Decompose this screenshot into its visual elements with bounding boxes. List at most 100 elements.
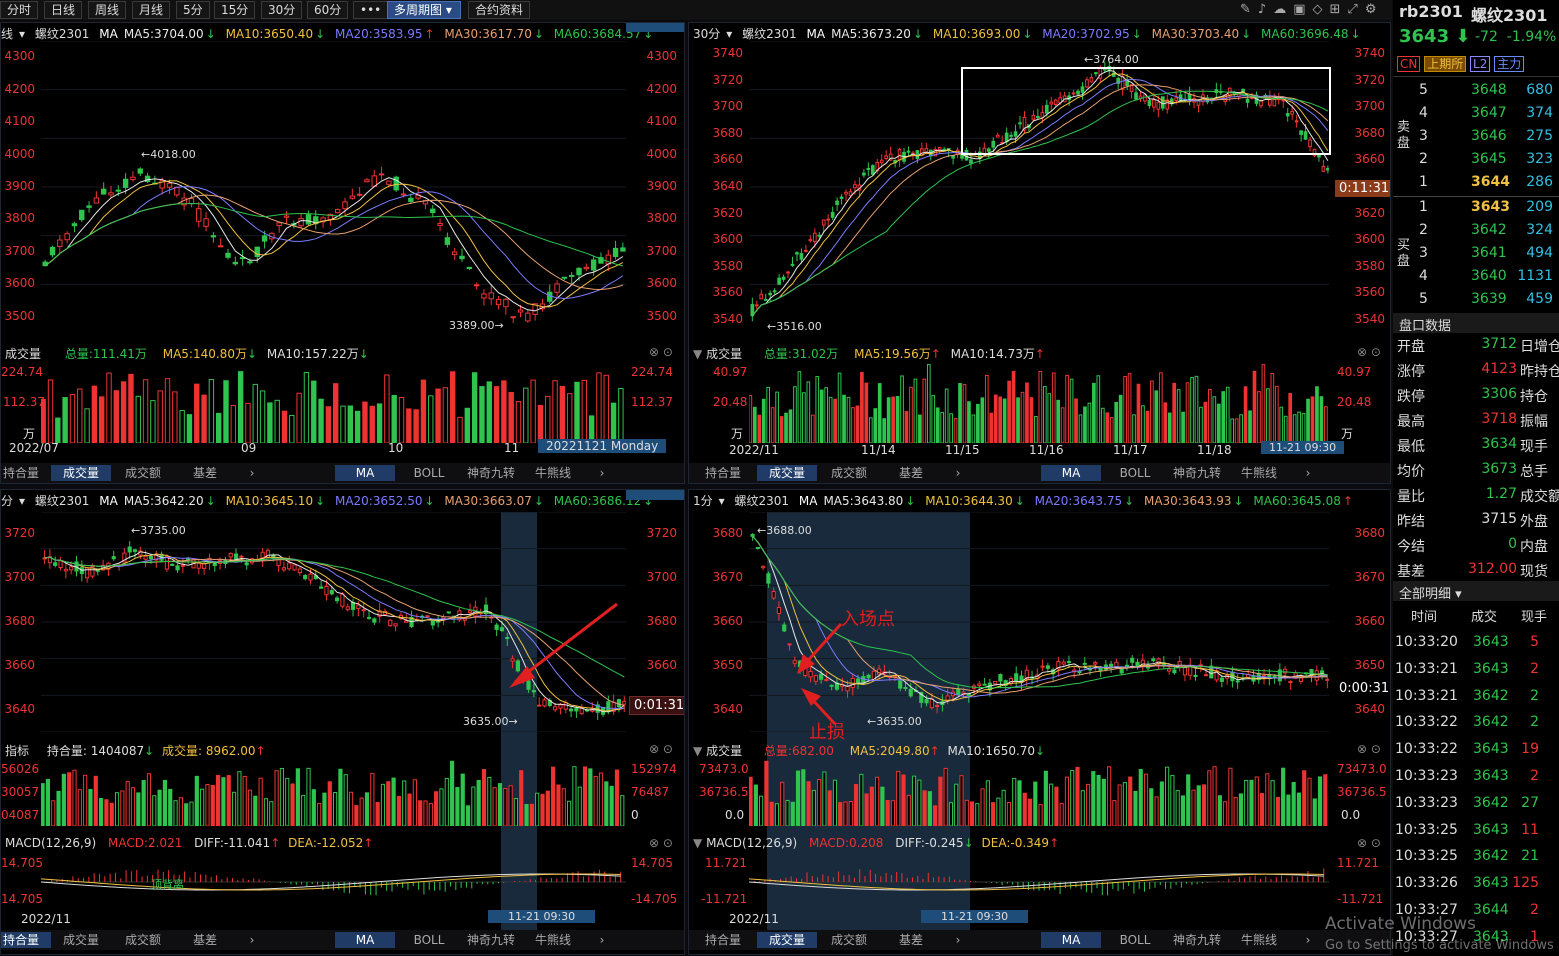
volume-bar bbox=[285, 777, 290, 826]
volume-bar bbox=[559, 385, 566, 443]
grid-icon[interactable]: ⊞ bbox=[1330, 2, 1348, 17]
tab-ma[interactable]: MA bbox=[1041, 932, 1101, 948]
cloud-icon[interactable]: ☁ bbox=[1273, 2, 1293, 17]
price-tick: 3650 bbox=[1354, 658, 1385, 672]
price-tick: 3680 bbox=[646, 614, 677, 628]
tab-bullbear[interactable]: 牛熊线 bbox=[523, 465, 583, 481]
tab-ma[interactable]: MA bbox=[335, 932, 395, 948]
tab-next-icon[interactable]: › bbox=[943, 465, 973, 481]
tab-oi[interactable]: 持合量 bbox=[693, 465, 753, 481]
period-select[interactable]: 分 bbox=[1, 494, 13, 508]
multi-period-button[interactable]: 多周期图 ▾ bbox=[387, 1, 461, 19]
tab-next-icon[interactable]: › bbox=[943, 932, 973, 948]
btn-monthly[interactable]: 月线 bbox=[132, 1, 171, 19]
bell-icon[interactable]: ♪ bbox=[1258, 2, 1273, 17]
fullscreen-icon[interactable]: ⤢ bbox=[1347, 2, 1364, 17]
btn-30min[interactable]: 30分 bbox=[261, 1, 303, 19]
btn-weekly[interactable]: 周线 bbox=[88, 1, 127, 19]
tab-oi[interactable]: 持合量 bbox=[693, 932, 753, 948]
tab-magic9[interactable]: 神奇九转 bbox=[461, 932, 521, 948]
tab-next-icon[interactable]: › bbox=[587, 932, 617, 948]
tab-amount[interactable]: 成交额 bbox=[819, 932, 879, 948]
panel-close-icons[interactable]: ⊗ ⊙ bbox=[649, 836, 673, 850]
book-row[interactable]: 3 3641 494 bbox=[1393, 245, 1559, 267]
tab-boll[interactable]: BOLL bbox=[399, 932, 459, 948]
book-row[interactable]: 4 3647 374 bbox=[1393, 105, 1559, 127]
tab-next-icon[interactable]: › bbox=[587, 465, 617, 481]
volume-bar bbox=[609, 785, 614, 826]
volume-bar bbox=[1180, 795, 1186, 826]
tab-bullbear[interactable]: 牛熊线 bbox=[1229, 465, 1289, 481]
period-select[interactable]: 线 bbox=[1, 27, 13, 41]
panel-close-icons[interactable]: ⊗ ⊙ bbox=[1357, 836, 1381, 850]
tab-next-icon[interactable]: › bbox=[237, 932, 267, 948]
macd-axis: -11.721 bbox=[701, 892, 748, 906]
candle-chart[interactable] bbox=[41, 41, 626, 333]
settings-icon[interactable]: ⚙ bbox=[1365, 2, 1384, 17]
price-axis-right: 3680 3670 3660 3650 3640 bbox=[1334, 512, 1389, 732]
tab-next-icon[interactable]: › bbox=[1293, 932, 1323, 948]
tag-icon[interactable]: ◇ bbox=[1313, 2, 1330, 17]
tab-oi[interactable]: 持合量 bbox=[1, 932, 51, 948]
tab-boll[interactable]: BOLL bbox=[399, 465, 459, 481]
panel-close-icons[interactable]: ⊗ ⊙ bbox=[649, 345, 673, 359]
book-row[interactable]: 4 3640 1131 bbox=[1393, 268, 1559, 290]
book-row[interactable]: 1 3643 209 bbox=[1393, 199, 1559, 221]
tab-boll[interactable]: BOLL bbox=[1105, 932, 1165, 948]
x-label: 11/16 bbox=[1029, 443, 1064, 457]
book-row[interactable]: 5 3639 459 bbox=[1393, 291, 1559, 313]
stat-row: 量比 1.27 成交额 bbox=[1393, 486, 1559, 510]
contract-info-button[interactable]: 合约资料 bbox=[468, 1, 531, 19]
tab-amount[interactable]: 成交额 bbox=[819, 465, 879, 481]
tab-magic9[interactable]: 神奇九转 bbox=[1167, 465, 1227, 481]
book-row[interactable]: 2 3645 323 bbox=[1393, 151, 1559, 173]
period-select[interactable]: 30分 bbox=[693, 27, 720, 41]
tab-volume[interactable]: 成交量 bbox=[757, 465, 817, 481]
volume-bar bbox=[1186, 774, 1191, 826]
tab-basis[interactable]: 基差 bbox=[175, 465, 235, 481]
panel-close-icons[interactable]: ⊗ ⊙ bbox=[1357, 345, 1381, 359]
pen-icon[interactable]: ✎ bbox=[1240, 2, 1258, 17]
tab-amount[interactable]: 成交额 bbox=[113, 932, 173, 948]
tab-basis[interactable]: 基差 bbox=[881, 932, 941, 948]
book-row[interactable]: 2 3642 324 bbox=[1393, 222, 1559, 244]
tab-next-icon[interactable]: › bbox=[237, 465, 267, 481]
candle bbox=[1045, 665, 1050, 669]
book-row[interactable]: 1 3644 286 bbox=[1393, 174, 1559, 196]
volume-bar bbox=[780, 781, 785, 826]
tab-volume[interactable]: 成交量 bbox=[51, 932, 111, 948]
candle bbox=[1298, 677, 1304, 682]
btn-15min[interactable]: 15分 bbox=[214, 1, 256, 19]
tab-magic9[interactable]: 神奇九转 bbox=[1167, 932, 1227, 948]
volume-bar bbox=[1029, 397, 1034, 443]
ma5-value: MA5:3642.20 bbox=[123, 494, 204, 508]
volume-bar bbox=[1266, 388, 1270, 443]
tab-ma[interactable]: MA bbox=[1041, 465, 1101, 481]
book-row[interactable]: 5 3648 680 bbox=[1393, 82, 1559, 104]
book-row[interactable]: 3 3646 275 bbox=[1393, 128, 1559, 150]
tab-magic9[interactable]: 神奇九转 bbox=[461, 465, 521, 481]
detail-header[interactable]: 全部明细 ▾ bbox=[1393, 581, 1559, 602]
panel-close-icons[interactable]: ⊗ ⊙ bbox=[649, 742, 673, 756]
tab-next-icon[interactable]: › bbox=[1293, 465, 1323, 481]
tab-bullbear[interactable]: 牛熊线 bbox=[523, 932, 583, 948]
btn-5min[interactable]: 5分 bbox=[176, 1, 210, 19]
tab-oi[interactable]: 持合量 bbox=[1, 465, 51, 481]
panel-close-icons[interactable]: ⊗ ⊙ bbox=[1357, 742, 1381, 756]
tab-basis[interactable]: 基差 bbox=[881, 465, 941, 481]
tab-ma[interactable]: MA bbox=[335, 465, 395, 481]
btn-daily[interactable]: 日线 bbox=[44, 1, 83, 19]
tab-bullbear[interactable]: 牛熊线 bbox=[1229, 932, 1289, 948]
camera-icon[interactable]: ▣ bbox=[1293, 2, 1312, 17]
btn-fenshi[interactable]: 分时 bbox=[0, 1, 39, 19]
tab-volume[interactable]: 成交量 bbox=[51, 465, 111, 481]
volume-bar bbox=[311, 789, 316, 826]
toolbar-icons[interactable]: ✎♪☁▣◇⊞⤢⚙ bbox=[1240, 2, 1383, 17]
btn-60min[interactable]: 60分 bbox=[307, 1, 349, 19]
tab-amount[interactable]: 成交额 bbox=[113, 465, 173, 481]
tab-volume[interactable]: 成交量 bbox=[757, 932, 817, 948]
tab-boll[interactable]: BOLL bbox=[1105, 465, 1165, 481]
tab-basis[interactable]: 基差 bbox=[175, 932, 235, 948]
period-select[interactable]: 1分 bbox=[693, 494, 713, 508]
more-button[interactable]: ••• bbox=[353, 1, 389, 19]
